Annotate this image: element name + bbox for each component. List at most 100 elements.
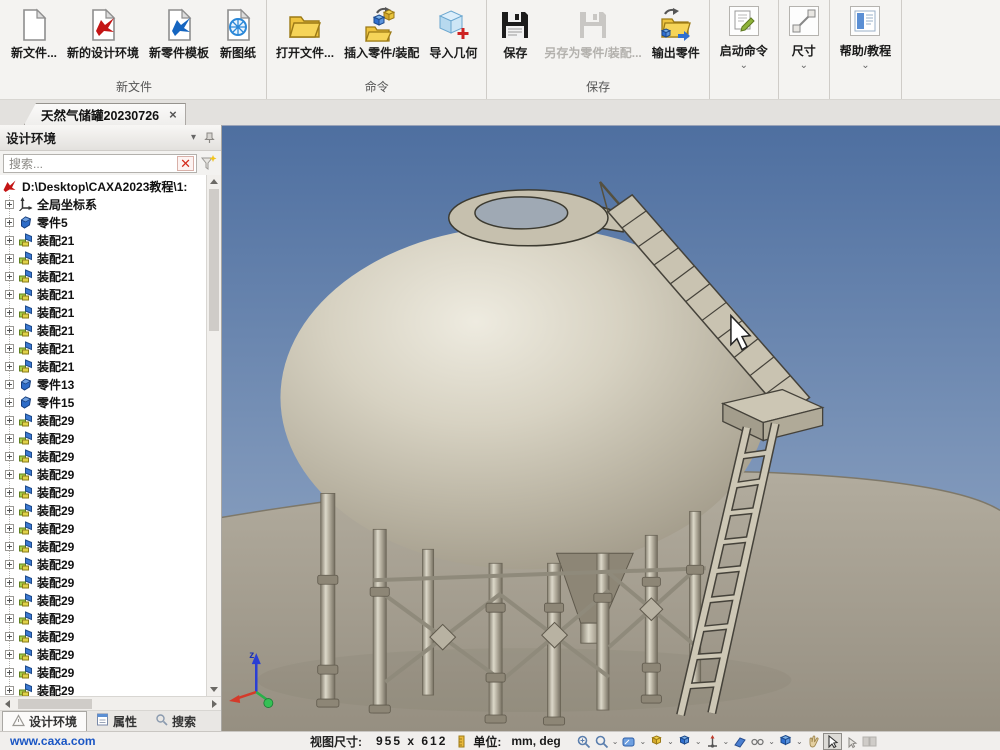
- chevron-down-icon[interactable]: ⌄: [768, 737, 775, 746]
- expand-plus-icon[interactable]: [5, 596, 14, 605]
- export-part-button[interactable]: 输出零件: [647, 2, 705, 62]
- tree-item[interactable]: 装配29: [0, 681, 206, 697]
- tree-item[interactable]: 装配21: [0, 285, 206, 303]
- tree-item[interactable]: 装配21: [0, 303, 206, 321]
- tree-item[interactable]: 装配29: [0, 627, 206, 645]
- panel-dropdown-icon[interactable]: ▾: [191, 132, 196, 143]
- tree-item[interactable]: 装配21: [0, 357, 206, 375]
- chevron-down-icon[interactable]: ⌄: [861, 61, 869, 71]
- zoom-window-icon[interactable]: [593, 734, 610, 749]
- tree-item[interactable]: 装配29: [0, 429, 206, 447]
- scroll-right-icon[interactable]: [207, 700, 221, 708]
- expand-plus-icon[interactable]: [5, 380, 14, 389]
- scroll-down-icon[interactable]: [207, 683, 221, 696]
- tree-item[interactable]: 零件5: [0, 213, 206, 231]
- expand-plus-icon[interactable]: [5, 578, 14, 587]
- dimension-dropdown-button[interactable]: 尺寸⌄: [779, 0, 830, 99]
- chevron-down-icon[interactable]: ⌄: [800, 61, 808, 71]
- expand-plus-icon[interactable]: [5, 488, 14, 497]
- tree-item[interactable]: 装配29: [0, 645, 206, 663]
- expand-plus-icon[interactable]: [5, 236, 14, 245]
- chevron-down-icon[interactable]: ⌄: [796, 737, 803, 746]
- view-orientation-icon[interactable]: [648, 734, 665, 749]
- tree-item[interactable]: 装配29: [0, 663, 206, 681]
- expand-plus-icon[interactable]: [5, 650, 14, 659]
- render-style-icon[interactable]: [676, 734, 693, 749]
- named-views-icon[interactable]: [777, 734, 794, 749]
- document-tab[interactable]: 天然气储罐20230726 ×: [24, 103, 186, 125]
- tree-vertical-scrollbar[interactable]: [206, 175, 221, 696]
- expand-plus-icon[interactable]: [5, 326, 14, 335]
- expand-plus-icon[interactable]: [5, 398, 14, 407]
- new-part-template-button[interactable]: 新零件模板: [144, 2, 214, 62]
- tree-item[interactable]: 装配21: [0, 231, 206, 249]
- tree-root-item[interactable]: D:\Desktop\CAXA2023教程\1:: [0, 177, 206, 195]
- tree-item[interactable]: 装配29: [0, 609, 206, 627]
- vertical-scroll-thumb[interactable]: [209, 189, 219, 331]
- scroll-up-icon[interactable]: [207, 175, 221, 188]
- expand-plus-icon[interactable]: [5, 542, 14, 551]
- help-tutorial-dropdown-button[interactable]: 帮助/教程⌄: [830, 0, 902, 99]
- expand-plus-icon[interactable]: [5, 632, 14, 641]
- tree-item[interactable]: 装配29: [0, 591, 206, 609]
- tree-item[interactable]: 零件13: [0, 375, 206, 393]
- expand-plus-icon[interactable]: [5, 362, 14, 371]
- expand-plus-icon[interactable]: [5, 290, 14, 299]
- close-tab-icon[interactable]: ×: [169, 107, 177, 122]
- tree-item[interactable]: 装配29: [0, 411, 206, 429]
- chevron-down-icon[interactable]: ⌄: [695, 737, 702, 746]
- filter-icon[interactable]: [200, 154, 218, 172]
- zoom-in-icon[interactable]: [575, 734, 592, 749]
- tree-item[interactable]: 零件15: [0, 393, 206, 411]
- expand-plus-icon[interactable]: [5, 200, 14, 209]
- tree-item[interactable]: 装配29: [0, 447, 206, 465]
- save-button[interactable]: 保存: [491, 2, 539, 62]
- caxa-website-link[interactable]: www.caxa.com: [10, 734, 195, 748]
- expand-plus-icon[interactable]: [5, 308, 14, 317]
- clip-plane-icon[interactable]: [731, 734, 748, 749]
- expand-plus-icon[interactable]: [5, 506, 14, 515]
- tree-horizontal-scrollbar[interactable]: [0, 697, 221, 711]
- tree-item[interactable]: 装配21: [0, 321, 206, 339]
- horizontal-scroll-thumb[interactable]: [18, 699, 92, 709]
- panel-tab-design-env[interactable]: 设计环境: [2, 711, 87, 731]
- expand-plus-icon[interactable]: [5, 560, 14, 569]
- tree-item[interactable]: 装配21: [0, 267, 206, 285]
- pick-arrow-icon[interactable]: [843, 734, 860, 749]
- new-drawing-button[interactable]: 新图纸: [214, 2, 262, 62]
- tree-item[interactable]: 装配29: [0, 465, 206, 483]
- panel-tab-properties[interactable]: 属性: [87, 711, 146, 731]
- expand-plus-icon[interactable]: [5, 272, 14, 281]
- expand-plus-icon[interactable]: [5, 452, 14, 461]
- tree-item[interactable]: 装配29: [0, 483, 206, 501]
- scroll-left-icon[interactable]: [0, 700, 14, 708]
- expand-plus-icon[interactable]: [5, 614, 14, 623]
- select-arrow-icon[interactable]: [823, 733, 842, 750]
- tree-item[interactable]: 装配29: [0, 519, 206, 537]
- pan-icon[interactable]: [805, 734, 822, 749]
- expand-plus-icon[interactable]: [5, 416, 14, 425]
- expand-plus-icon[interactable]: [5, 524, 14, 533]
- chevron-down-icon[interactable]: ⌄: [639, 737, 646, 746]
- tree-item[interactable]: 装配29: [0, 555, 206, 573]
- expand-plus-icon[interactable]: [5, 254, 14, 263]
- new-file-button[interactable]: 新文件...: [6, 2, 62, 62]
- expand-plus-icon[interactable]: [5, 470, 14, 479]
- expand-plus-icon[interactable]: [5, 218, 14, 227]
- display-mode-icon[interactable]: [620, 734, 637, 749]
- expand-plus-icon[interactable]: [5, 434, 14, 443]
- chevron-down-icon[interactable]: ⌄: [740, 61, 748, 71]
- pin-icon[interactable]: [204, 132, 215, 144]
- tree-item[interactable]: 装配29: [0, 537, 206, 555]
- new-design-env-button[interactable]: 新的设计环境: [62, 2, 144, 62]
- expand-plus-icon[interactable]: [5, 686, 14, 695]
- expand-plus-icon[interactable]: [5, 668, 14, 677]
- tree-item[interactable]: 装配21: [0, 339, 206, 357]
- chevron-down-icon[interactable]: ⌄: [667, 737, 674, 746]
- tree-item[interactable]: 装配29: [0, 573, 206, 591]
- clear-search-icon[interactable]: ✕: [177, 156, 194, 171]
- search-input[interactable]: 搜索... ✕: [3, 154, 197, 173]
- chevron-down-icon[interactable]: ⌄: [612, 737, 619, 746]
- tree-item[interactable]: 装配21: [0, 249, 206, 267]
- chevron-down-icon[interactable]: ⌄: [723, 737, 730, 746]
